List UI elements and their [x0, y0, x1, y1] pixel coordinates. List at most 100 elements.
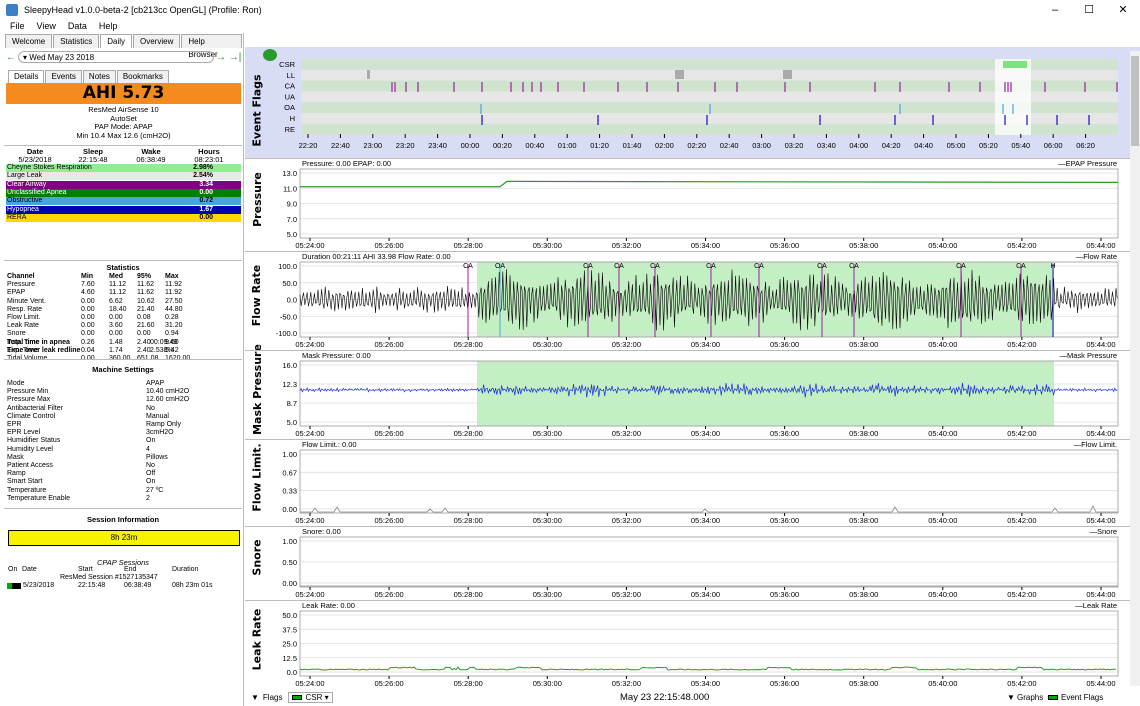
setting-value: 3cmH2O [146, 429, 174, 437]
stats-row: Resp. Rate 0.00 18.40 21.40 44.80 [7, 306, 237, 314]
csr-dropdown[interactable]: CSR ▾ [288, 691, 333, 703]
x-tick-label: 05:28:00 [454, 590, 483, 599]
pressure-panel[interactable]: Pressure Pressure: 0.00 EPAP: 0.00 —EPAP P… [245, 158, 1140, 250]
minimize-button[interactable]: – [1038, 0, 1072, 19]
tab-help-browser[interactable]: Help Browser [181, 34, 242, 59]
sleep-summary: Date Sleep Wake Hours 5/23/2018 22:15:48… [6, 148, 238, 164]
x-tick-label: 05:32:00 [612, 429, 641, 438]
x-tick-label: 05:32:00 [612, 516, 641, 525]
graphs-toggle-icon[interactable]: ▼ [1007, 693, 1015, 702]
flag-time-tick: 23:40 [428, 141, 447, 150]
menu-help[interactable]: Help [93, 21, 124, 31]
x-tick-label: 05:36:00 [770, 679, 799, 688]
y-tick-label: 0.0 [287, 668, 297, 677]
chart-0[interactable]: 13.0 11.0 9.0 7.0 5.0 05:24:00 05:26:00 05:28:0… [245, 158, 1130, 250]
flow-limit-panel[interactable]: Flow Limit. Flow Limit.: 0.00 —Flow Limit.… [245, 439, 1140, 525]
event-value: 2.54% [193, 172, 213, 180]
x-tick-label: 05:24:00 [295, 679, 324, 688]
leak-redline-label: Time over leak redline [7, 347, 81, 354]
tab-events[interactable]: Events [45, 70, 82, 83]
event-flags-dropdown[interactable]: Event Flags [1048, 693, 1103, 702]
x-tick-label: 05:38:00 [849, 516, 878, 525]
tab-bookmarks[interactable]: Bookmarks [116, 70, 169, 83]
maximize-button[interactable]: ☐ [1072, 0, 1106, 19]
title-bar: SleepyHead v1.0.0-beta-2 [cb213cc OpenGL… [0, 0, 1140, 19]
x-tick-label: 05:42:00 [1007, 516, 1036, 525]
date-picker[interactable]: ▾ Wed May 23 2018 [18, 51, 214, 63]
machine-setting-row: Smart Start On [7, 478, 237, 486]
event-index-row: Large Leak 2.54% [6, 172, 241, 181]
menu-view[interactable]: View [31, 21, 62, 31]
stats-cell: EPAP [7, 289, 26, 297]
tab-statistics[interactable]: Statistics [53, 34, 100, 48]
chart-4[interactable]: 1.00 0.50 0.00 05:24:00 05:26:00 05:28:00 05:3… [245, 526, 1130, 599]
event-value: 1.67 [199, 205, 213, 213]
x-tick-label: 05:44:00 [1086, 429, 1115, 438]
csr-label: CSR [305, 692, 323, 702]
stats-cell: 3.60 [109, 322, 123, 330]
event-flags-panel[interactable]: Event Flags CSR LL CA UA OA H RE 22:20 22:40 23:00… [245, 47, 1140, 158]
x-tick-label: 05:38:00 [849, 590, 878, 599]
selection-window [995, 59, 1031, 135]
mask-pressure-panel[interactable]: Mask Pressure Mask Pressure: 0.00 —Mask Pr… [245, 344, 1140, 438]
y-tick-label: 1.00 [282, 537, 297, 546]
setting-value: 27 ºC [146, 486, 164, 494]
chart-1[interactable]: 100.0 50.0 0.0 -50.0 -100.0 05:24:00 05:26:00 0… [245, 251, 1130, 349]
flag-row-label: OA [284, 103, 295, 112]
x-tick-label: 05:44:00 [1086, 340, 1115, 349]
flags-label[interactable]: Flags [263, 693, 283, 702]
x-tick-label: 05:26:00 [374, 340, 403, 349]
close-button[interactable]: ✕ [1106, 0, 1140, 19]
x-tick-label: 05:42:00 [1007, 590, 1036, 599]
y-tick-label: 5.0 [287, 230, 297, 239]
tab-welcome[interactable]: Welcome [5, 34, 53, 48]
tab-notes[interactable]: Notes [82, 70, 116, 83]
leak-rate-panel[interactable]: Leak Rate Leak Rate: 0.00 —Leak Rate 50.0 37… [245, 600, 1140, 688]
last-day-icon[interactable]: →| [228, 52, 242, 63]
stats-cell: 0.00 [137, 330, 151, 338]
current-time: May 23 22:15:48.000 [620, 691, 710, 703]
menu-data[interactable]: Data [62, 21, 93, 31]
snore-panel[interactable]: Snore Snore: 0.00 —Snore 1.00 0.50 0.00 05:24:… [245, 526, 1140, 599]
session-row[interactable]: 5/23/2018 22:15:48 06:38:49 08h 23m 01s [7, 582, 237, 589]
setting-value: Ramp Only [146, 421, 182, 429]
stats-cell: 0.00 [81, 297, 95, 305]
tab-overview[interactable]: Overview [133, 34, 181, 48]
graphs-label[interactable]: Graphs [1017, 693, 1043, 702]
menu-file[interactable]: File [4, 21, 31, 31]
tab-daily[interactable]: Daily [100, 34, 132, 48]
next-day-icon[interactable]: → [214, 52, 228, 63]
flow-rate-panel[interactable]: Flow Rate Duration 00:21:11 AHI 33.98 Flo… [245, 251, 1140, 349]
event-name: Hypopnea [7, 205, 39, 213]
graph-scrollbar[interactable] [1130, 51, 1140, 686]
event-flags-chart[interactable]: CSR LL CAUA OA H RE 22:20 22:40 23:00 23:20 23:40 0… [245, 47, 1140, 158]
event-flags-swatch-icon [1048, 694, 1058, 700]
stats-cell: 0.00 [81, 305, 95, 313]
flag-time-tick: 03:40 [817, 141, 836, 150]
session-date: 5/23/2018 [23, 582, 55, 589]
x-tick-label: 05:38:00 [849, 429, 878, 438]
x-tick-label: 05:34:00 [691, 429, 720, 438]
machine-setting-row: Pressure Max 12.60 cmH2O [7, 396, 237, 404]
stats-cell: 11.62 [137, 289, 154, 297]
flow-event-label: CA [849, 263, 859, 270]
flags-toggle-icon[interactable]: ▼ [251, 693, 259, 702]
session-toggle[interactable] [7, 582, 21, 589]
flag-time-tick: 00:00 [461, 141, 480, 150]
chart-5[interactable]: 50.0 37.5 25.0 12.5 0.0 05:24:00 05:26:00 05:28… [245, 600, 1130, 688]
setting-value: APAP [146, 380, 165, 387]
chart-2[interactable]: 16.0 12.3 8.7 5.0 05:24:00 05:26:00 05:28:00 05… [245, 350, 1130, 438]
machine-setting-row: Antibacterial Filter No [7, 405, 237, 413]
x-tick-label: 05:36:00 [770, 429, 799, 438]
pressure-line [300, 180, 1119, 188]
chart-3[interactable]: 1.00 0.67 0.33 0.00 05:24:00 05:26:00 05:28:00… [245, 439, 1130, 525]
scrollbar-thumb[interactable] [1131, 56, 1139, 146]
machine-settings: Mode APAP Pressure Min 10.40 cmH2O Pressure … [7, 380, 237, 503]
event-flags-label: Event Flags [1061, 692, 1104, 702]
stats-header: Max [165, 273, 179, 280]
apnea-time-value: 00:09:49 [150, 339, 178, 346]
x-tick-label: 05:28:00 [454, 429, 483, 438]
tab-details[interactable]: Details [8, 70, 45, 83]
prev-day-icon[interactable]: ← [4, 52, 18, 63]
machine-setting-row: Temperature Enable 2 [7, 495, 237, 503]
